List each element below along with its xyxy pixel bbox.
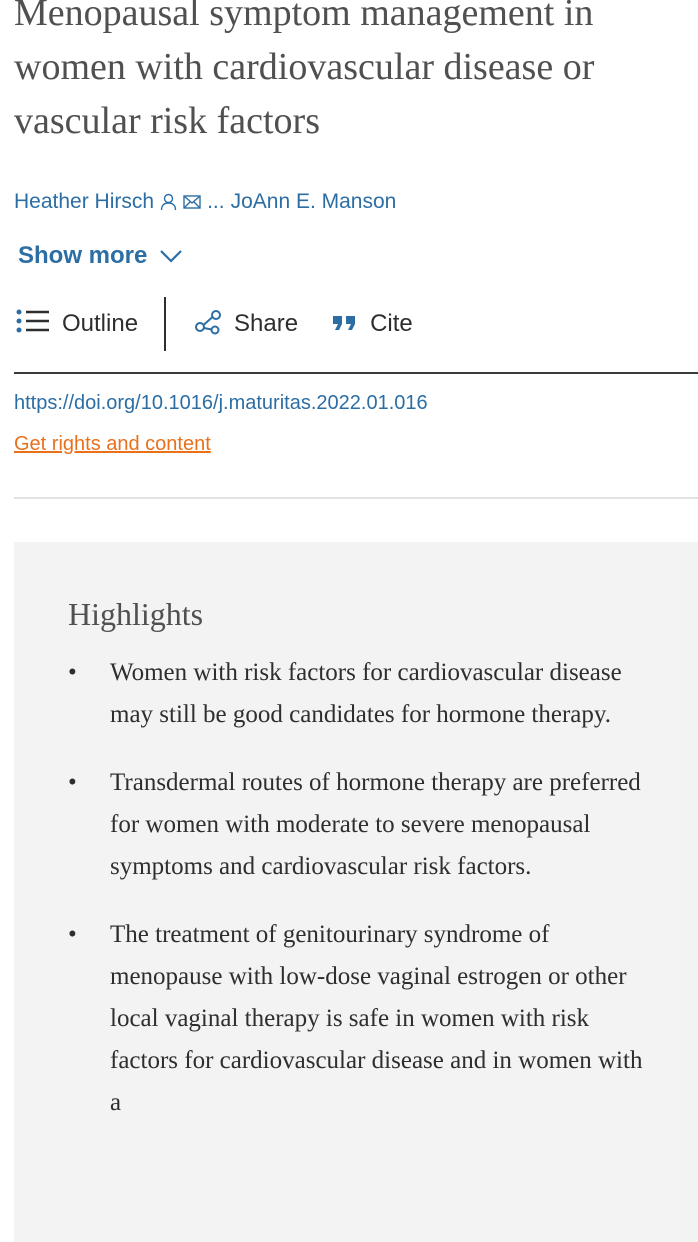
article-title: Menopausal symptom management in women w… — [14, 0, 595, 142]
highlight-text: Women with risk factors for cardiovascul… — [110, 659, 622, 728]
author-link-first[interactable]: Heather Hirsch — [14, 190, 154, 214]
outline-label: Outline — [62, 310, 139, 337]
highlight-item: • The treatment of genitourinary syndrom… — [68, 914, 648, 1124]
author-list: Heather Hirsch ... JoAnn E. Manson — [14, 186, 396, 218]
highlights-list: • Women with risk factors for cardiovasc… — [68, 652, 648, 1150]
envelope-icon[interactable] — [183, 195, 201, 209]
doi-link[interactable]: https://doi.org/10.1016/j.maturitas.2022… — [14, 392, 428, 415]
bullet-icon: • — [68, 921, 77, 948]
section-separator — [14, 497, 698, 499]
bullet-icon: • — [68, 659, 77, 686]
share-icon — [194, 307, 222, 342]
highlight-item: • Transdermal routes of hormone therapy … — [68, 762, 648, 888]
toolbar-separator — [14, 372, 698, 374]
cite-label: Cite — [370, 310, 413, 337]
show-more-button[interactable]: Show more — [18, 238, 183, 274]
person-icon[interactable] — [160, 193, 177, 211]
author-ellipsis: ... — [207, 190, 225, 213]
bullet-icon: • — [68, 769, 77, 796]
outline-button[interactable]: Outline — [16, 308, 138, 341]
article-toolbar: Outline Share Cite — [16, 296, 413, 352]
share-button[interactable]: Share — [194, 307, 298, 342]
highlights-heading: Highlights — [68, 596, 204, 632]
quote-icon — [332, 310, 358, 338]
rights-link[interactable]: Get rights and content — [14, 433, 211, 456]
author-link-last[interactable]: JoAnn E. Manson — [231, 190, 397, 214]
highlight-text: The treatment of genitourinary syndrome … — [110, 921, 643, 1116]
chevron-down-icon — [159, 242, 183, 270]
highlight-text: Transdermal routes of hormone therapy ar… — [110, 769, 641, 880]
highlight-item: • Women with risk factors for cardiovasc… — [68, 652, 648, 736]
show-more-label: Show more — [18, 242, 148, 269]
outline-list-icon — [16, 308, 50, 341]
cite-button[interactable]: Cite — [332, 310, 413, 338]
share-label: Share — [234, 310, 299, 337]
highlights-panel: Highlights • Women with risk factors for… — [14, 542, 698, 1242]
toolbar-divider — [164, 297, 167, 351]
